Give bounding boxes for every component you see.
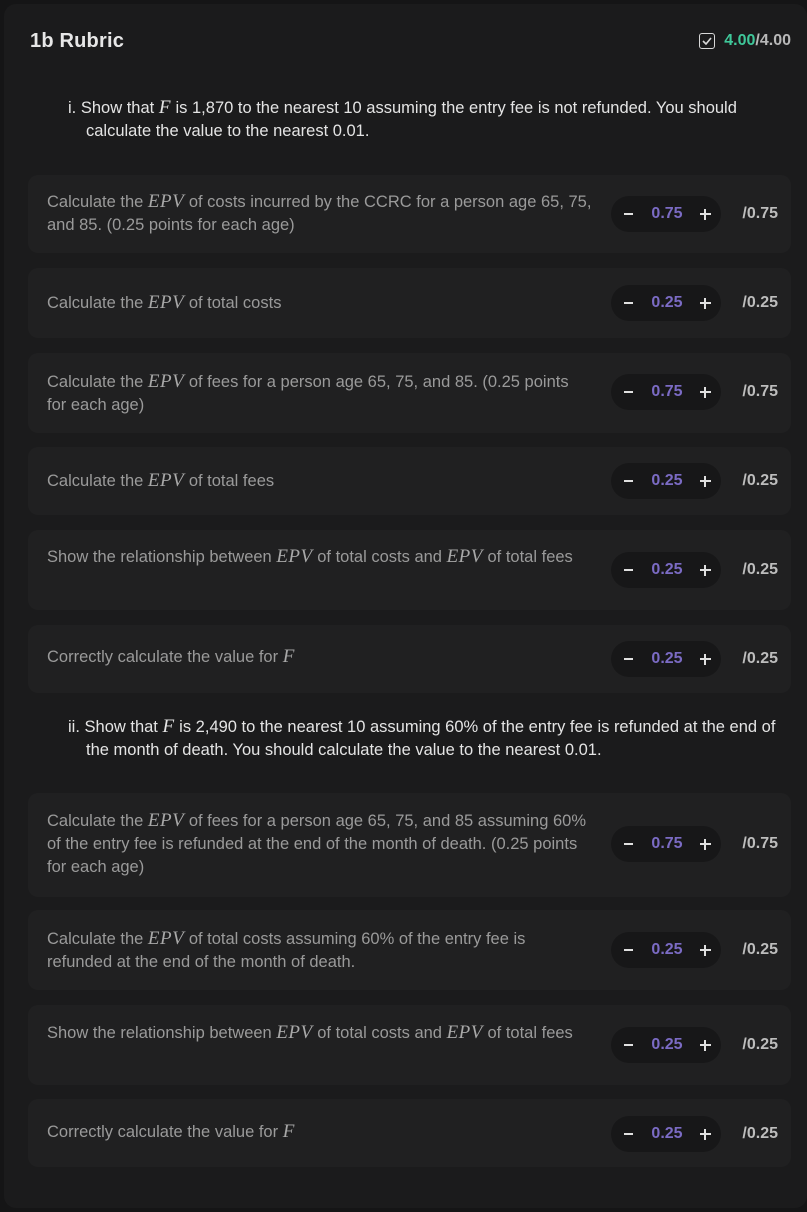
minus-icon[interactable] xyxy=(621,382,635,402)
max-points: /0.75 xyxy=(742,205,778,222)
checkbox-checked-icon[interactable] xyxy=(699,33,716,49)
question-ii: ii. Show that F is 2,490 to the nearest … xyxy=(68,715,788,762)
plus-icon[interactable] xyxy=(699,940,713,960)
max-points: /0.25 xyxy=(742,941,778,958)
minus-icon[interactable] xyxy=(621,1124,635,1144)
plus-icon[interactable] xyxy=(699,834,713,854)
stepper-value[interactable]: 0.75 xyxy=(651,383,682,401)
plus-icon[interactable] xyxy=(699,293,713,313)
question-label: ii. xyxy=(68,718,80,736)
minus-icon[interactable] xyxy=(621,204,635,224)
question-label: i. xyxy=(68,99,77,117)
question-text: is 1,870 to the nearest 10 assuming the … xyxy=(86,99,737,140)
max-points: /0.25 xyxy=(742,294,778,311)
rubric-criterion: Calculate the EPV of fees for a person a… xyxy=(28,353,791,433)
stepper-value[interactable]: 0.25 xyxy=(651,941,682,959)
score-stepper[interactable]: 0.25 xyxy=(611,932,721,968)
max-points: /0.25 xyxy=(742,1125,778,1142)
rubric-criterion: Show the relationship between EPV of tot… xyxy=(28,530,791,610)
rubric-criterion: Calculate the EPV of total fees 0.25 /0.… xyxy=(28,447,791,515)
stepper-value[interactable]: 0.25 xyxy=(651,294,682,312)
criterion-description: Show the relationship between EPV of tot… xyxy=(47,546,573,567)
rubric-criterion: Calculate the EPV of fees for a person a… xyxy=(28,793,791,897)
plus-icon[interactable] xyxy=(699,560,713,580)
question-i: i. Show that F is 1,870 to the nearest 1… xyxy=(68,96,788,143)
criterion-description: Calculate the EPV of fees for a person a… xyxy=(47,810,587,876)
rubric-panel: 1b Rubric 4.00/4.00 i. Show that F is 1,… xyxy=(4,4,807,1208)
max-points: /0.25 xyxy=(742,472,778,489)
minus-icon[interactable] xyxy=(621,560,635,580)
plus-icon[interactable] xyxy=(699,471,713,491)
stepper-value[interactable]: 0.75 xyxy=(651,835,682,853)
criterion-description: Calculate the EPV of fees for a person a… xyxy=(47,371,569,414)
criterion-description: Calculate the EPV of total costs xyxy=(47,292,282,313)
math-variable: F xyxy=(158,97,171,118)
stepper-value[interactable]: 0.25 xyxy=(651,472,682,490)
max-points: /0.25 xyxy=(742,561,778,578)
total-score: 4.00/4.00 xyxy=(699,32,791,50)
rubric-criterion: Calculate the EPV of total costs 0.25 /0… xyxy=(28,268,791,338)
stepper-value[interactable]: 0.75 xyxy=(651,205,682,223)
minus-icon[interactable] xyxy=(621,471,635,491)
rubric-criterion: Calculate the EPV of costs incurred by t… xyxy=(28,175,791,253)
max-points: /0.25 xyxy=(742,1036,778,1053)
score-stepper[interactable]: 0.25 xyxy=(611,285,721,321)
rubric-criterion: Show the relationship between EPV of tot… xyxy=(28,1005,791,1085)
rubric-criterion: Calculate the EPV of total costs assumin… xyxy=(28,910,791,990)
math-variable: F xyxy=(162,716,175,737)
question-text: Show that xyxy=(84,718,163,736)
plus-icon[interactable] xyxy=(699,1035,713,1055)
stepper-value[interactable]: 0.25 xyxy=(651,561,682,579)
score-stepper[interactable]: 0.75 xyxy=(611,826,721,862)
plus-icon[interactable] xyxy=(699,204,713,224)
max-points: /0.75 xyxy=(742,383,778,400)
total-score-earned: 4.00 xyxy=(724,32,756,49)
score-stepper[interactable]: 0.75 xyxy=(611,374,721,410)
plus-icon[interactable] xyxy=(699,382,713,402)
max-points: /0.75 xyxy=(742,835,778,852)
criterion-description: Calculate the EPV of total fees xyxy=(47,470,275,491)
score-stepper[interactable]: 0.25 xyxy=(611,1116,721,1152)
criterion-description: Show the relationship between EPV of tot… xyxy=(47,1022,573,1043)
rubric-header: 1b Rubric 4.00/4.00 xyxy=(4,4,807,76)
minus-icon[interactable] xyxy=(621,649,635,669)
score-stepper[interactable]: 0.25 xyxy=(611,552,721,588)
stepper-value[interactable]: 0.25 xyxy=(651,1125,682,1143)
max-points: /0.25 xyxy=(742,650,778,667)
minus-icon[interactable] xyxy=(621,940,635,960)
score-stepper[interactable]: 0.25 xyxy=(611,1027,721,1063)
rubric-criterion: Correctly calculate the value for F 0.25… xyxy=(28,1099,791,1167)
score-stepper[interactable]: 0.75 xyxy=(611,196,721,232)
score-stepper[interactable]: 0.25 xyxy=(611,641,721,677)
criterion-description: Calculate the EPV of costs incurred by t… xyxy=(47,191,592,234)
score-stepper[interactable]: 0.25 xyxy=(611,463,721,499)
criterion-description: Correctly calculate the value for F xyxy=(47,646,295,667)
question-text: is 2,490 to the nearest 10 assuming 60% … xyxy=(86,718,776,759)
stepper-value[interactable]: 0.25 xyxy=(651,650,682,668)
criterion-description: Calculate the EPV of total costs assumin… xyxy=(47,928,526,971)
question-text: Show that xyxy=(80,99,159,117)
total-score-max: /4.00 xyxy=(755,32,791,49)
plus-icon[interactable] xyxy=(699,1124,713,1144)
minus-icon[interactable] xyxy=(621,834,635,854)
rubric-title: 1b Rubric xyxy=(30,30,125,52)
stepper-value[interactable]: 0.25 xyxy=(651,1036,682,1054)
rubric-criterion: Correctly calculate the value for F 0.25… xyxy=(28,625,791,693)
criterion-description: Correctly calculate the value for F xyxy=(47,1121,295,1142)
minus-icon[interactable] xyxy=(621,1035,635,1055)
plus-icon[interactable] xyxy=(699,649,713,669)
minus-icon[interactable] xyxy=(621,293,635,313)
